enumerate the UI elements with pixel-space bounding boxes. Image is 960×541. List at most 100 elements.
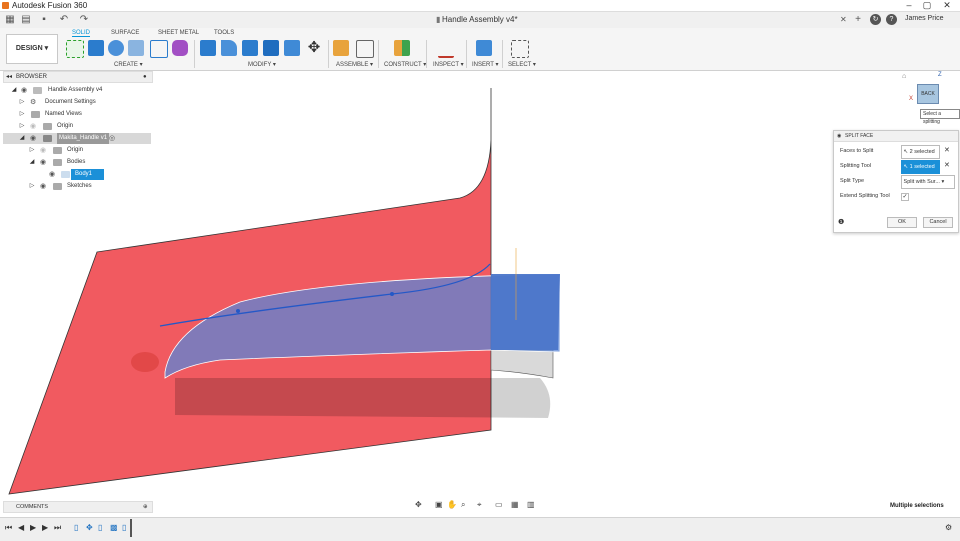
tree-item-bodies[interactable]: ◢ ◉ Bodies (3, 157, 151, 168)
offset-plane-icon[interactable] (394, 40, 410, 56)
tree-item-document-settings[interactable]: ▷ ⚙ Document Settings (3, 97, 151, 108)
close-tab-icon[interactable]: ✕ (840, 13, 847, 27)
extend-splitting-tool-checkbox[interactable]: ✓ (901, 193, 909, 201)
fit-icon[interactable]: ⌖ (477, 500, 482, 510)
job-status-icon[interactable]: ↻ (870, 14, 881, 25)
clear-faces-icon[interactable]: ✕ (944, 145, 950, 157)
step-back-icon[interactable]: ◀ (18, 523, 24, 532)
select-box-icon[interactable] (511, 40, 529, 58)
minimize-button[interactable]: – (900, 0, 918, 11)
timeline-feature-icon[interactable]: ▯ (74, 523, 78, 532)
workspace-switcher[interactable]: DESIGN ▾ (6, 34, 58, 64)
home-view-icon[interactable]: ⌂ (902, 73, 906, 80)
sketch-point[interactable] (390, 292, 394, 296)
pan-icon[interactable]: ✋ (447, 500, 457, 509)
display-settings-icon[interactable]: ▭ (495, 500, 503, 509)
timeline-feature-icon[interactable]: ▯ (98, 523, 102, 532)
browser-header[interactable]: ◂◂ BROWSER ● (3, 71, 153, 83)
insert-image-icon[interactable] (476, 40, 492, 56)
info-icon[interactable]: ❶ (838, 218, 844, 226)
insert-menu[interactable]: INSERT ▾ (472, 61, 498, 68)
undo-icon[interactable]: ↶ (58, 14, 70, 26)
expand-arrow-icon[interactable]: ▷ (19, 97, 25, 108)
sketch-point[interactable] (236, 309, 240, 313)
clear-tool-icon[interactable]: ✕ (944, 160, 950, 172)
cancel-button[interactable]: Cancel (923, 217, 953, 228)
dialog-header[interactable]: ◉ SPLIT FACE (834, 131, 958, 142)
new-tab-icon[interactable]: + (852, 14, 864, 26)
document-tab[interactable]: ▮ Handle Assembly v4* ✕ (430, 13, 847, 27)
close-window-button[interactable]: ✕ (938, 0, 956, 11)
expand-arrow-icon[interactable]: ▷ (29, 181, 35, 192)
visibility-eye-icon[interactable]: ◉ (30, 133, 38, 144)
create-form-icon[interactable] (172, 40, 188, 56)
save-icon[interactable]: ▪ (38, 14, 50, 26)
tab-tools[interactable]: TOOLS (214, 30, 234, 36)
orbit-icon[interactable]: ✥ (415, 500, 422, 509)
tree-item-body1[interactable]: ◉ Body1 (3, 169, 151, 180)
create-sketch-icon[interactable] (66, 40, 84, 58)
tab-surface[interactable]: SURFACE (111, 30, 139, 36)
tab-sheet-metal[interactable]: SHEET METAL (158, 30, 199, 36)
expand-arrow-icon[interactable]: ▷ (19, 121, 25, 132)
shell-icon[interactable] (263, 40, 279, 56)
expand-arrow-icon[interactable]: ◢ (19, 133, 25, 144)
handle-body-lower[interactable] (490, 349, 554, 379)
step-forward-icon[interactable]: ▶ (42, 523, 48, 532)
go-to-end-icon[interactable]: ⏭ (54, 523, 61, 533)
expand-arrow-icon[interactable]: ▷ (29, 145, 35, 156)
expand-arrow-icon[interactable]: ▷ (19, 109, 25, 120)
splitting-tool-selector[interactable]: ↖ 1 selected (901, 160, 940, 174)
data-panel-grid-icon[interactable]: ▦ (4, 14, 16, 26)
tree-item-sketches[interactable]: ▷ ◉ Sketches (3, 181, 151, 192)
visibility-eye-icon[interactable]: ◉ (40, 157, 48, 168)
tree-item-origin-sub[interactable]: ▷ ◉ Origin (3, 145, 151, 156)
extrude-icon[interactable] (88, 40, 104, 56)
modify-menu[interactable]: MODIFY ▾ (248, 61, 276, 68)
measure-icon[interactable] (438, 40, 454, 58)
faces-to-split-selector[interactable]: ↖ 2 selected (901, 145, 940, 159)
visibility-eye-icon[interactable]: ◉ (21, 85, 29, 96)
visibility-eye-icon[interactable]: ◉ (40, 181, 48, 192)
split-type-dropdown[interactable]: Split with Sur... ▾ (901, 175, 955, 189)
create-menu[interactable]: CREATE ▾ (114, 61, 143, 68)
select-menu[interactable]: SELECT ▾ (508, 61, 536, 68)
construct-menu[interactable]: CONSTRUCT ▾ (384, 61, 426, 68)
revolve-icon[interactable] (108, 40, 124, 56)
comments-add-icon[interactable]: ⊕ (143, 502, 148, 512)
redo-icon[interactable]: ↷ (78, 14, 90, 26)
visibility-eye-icon[interactable]: ◉ (30, 121, 38, 132)
timeline-settings-icon[interactable]: ⚙ (945, 523, 952, 532)
timeline-marker[interactable] (130, 519, 132, 537)
inspect-menu[interactable]: INSPECT ▾ (433, 61, 464, 68)
fillet-icon[interactable] (221, 40, 237, 56)
timeline-feature-icon[interactable]: ▩ (110, 523, 118, 532)
tree-item-root[interactable]: ◢ ◉ Handle Assembly v4 (3, 85, 151, 96)
visibility-eye-icon[interactable]: ◉ (49, 169, 57, 180)
zoom-icon[interactable]: ⌕ (461, 500, 465, 510)
expand-arrow-icon[interactable]: ◢ (29, 157, 35, 168)
activate-radio-icon[interactable]: ◎ (109, 133, 117, 144)
expand-arrow-icon[interactable]: ◢ (11, 85, 17, 96)
timeline-feature-icon[interactable]: ✥ (86, 523, 93, 532)
go-to-start-icon[interactable]: ⏮ (5, 523, 12, 533)
tree-item-component[interactable]: ◢ ◉ Makita_Handle v1 ◎ (3, 133, 151, 144)
viewcube[interactable]: BACK (917, 84, 939, 104)
help-icon[interactable]: ? (886, 14, 897, 25)
visibility-eye-icon[interactable]: ◉ (40, 145, 48, 156)
file-menu-icon[interactable]: ▤ (20, 14, 32, 26)
pin-icon[interactable]: ● (143, 72, 147, 82)
assemble-menu[interactable]: ASSEMBLE ▾ (336, 61, 373, 68)
joint-icon[interactable] (356, 40, 374, 58)
tree-item-origin[interactable]: ▷ ◉ Origin (3, 121, 151, 132)
play-icon[interactable]: ▶ (30, 523, 36, 532)
move-icon[interactable]: ✥ (306, 40, 322, 56)
comments-panel[interactable]: COMMENTS ⊕ (3, 501, 153, 513)
loft-icon[interactable] (150, 40, 168, 58)
grid-settings-icon[interactable]: ▦ (511, 500, 519, 509)
sweep-icon[interactable] (128, 40, 144, 56)
combine-icon[interactable] (284, 40, 300, 56)
chamfer-icon[interactable] (242, 40, 258, 56)
look-at-icon[interactable]: ▣ (435, 500, 443, 509)
new-component-icon[interactable] (333, 40, 349, 56)
